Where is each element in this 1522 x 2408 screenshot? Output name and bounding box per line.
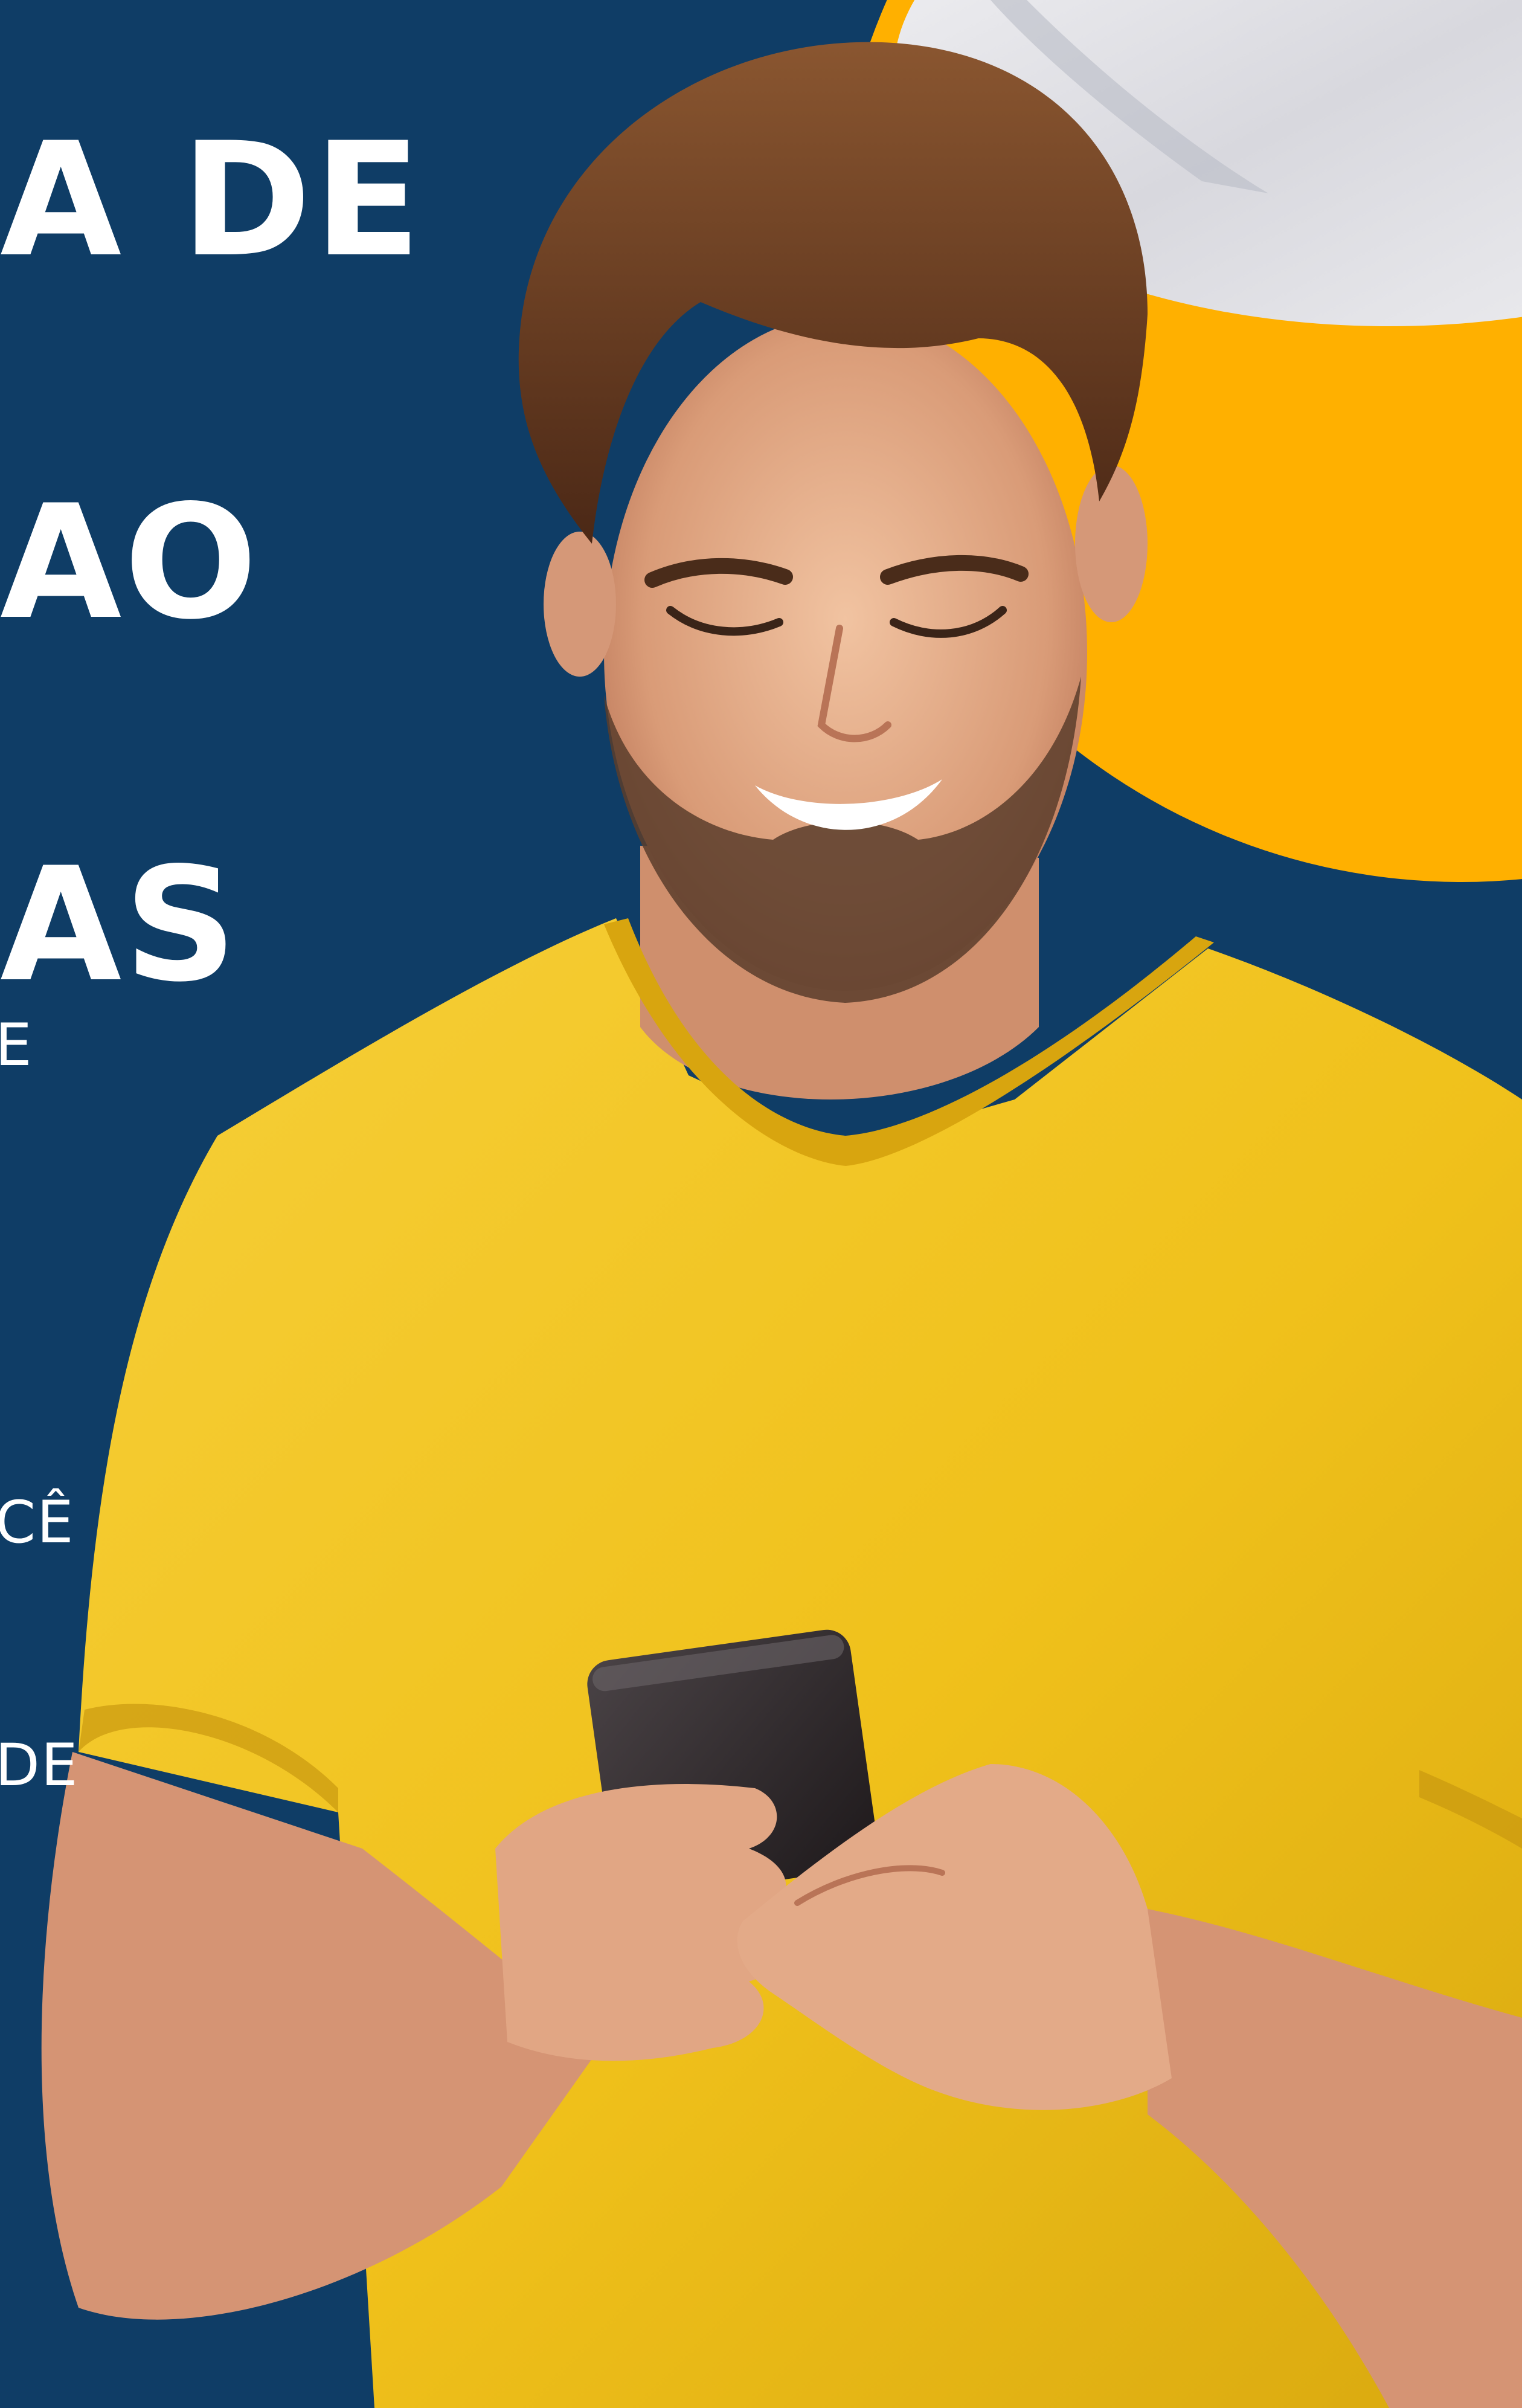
headline-line: A DE bbox=[0, 109, 424, 292]
headline-line: AO bbox=[0, 472, 260, 654]
promo-poster: A DE AO AS E CÊ DE bbox=[0, 0, 1522, 2408]
right-ear-graphic bbox=[1075, 465, 1148, 622]
body-copy-line bbox=[0, 1220, 104, 1347]
body-copy-line: CÊ bbox=[0, 1489, 75, 1556]
body-copy-line: E bbox=[0, 1011, 33, 1079]
body-copy: E CÊ DE bbox=[0, 870, 104, 1940]
left-ear-graphic bbox=[544, 532, 616, 677]
body-copy-line: DE bbox=[0, 1731, 79, 1799]
